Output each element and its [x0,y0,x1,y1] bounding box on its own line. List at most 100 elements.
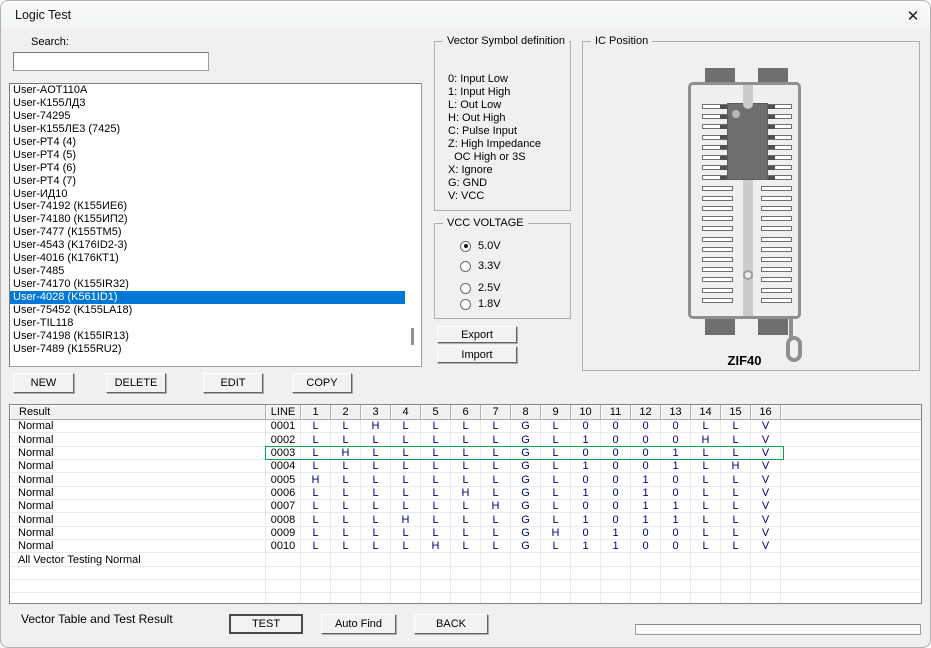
pin-contact [768,176,775,180]
auto-find-button[interactable]: Auto Find [321,614,396,634]
list-item[interactable]: User-РТ4 (5) [10,149,421,162]
cell-pin [301,580,331,593]
pin-slot [761,237,792,242]
radio-icon[interactable] [460,261,471,272]
cell-pin: L [361,447,391,460]
cell-pin [721,567,751,580]
list-item[interactable]: User-4016 (К176КТ1) [10,252,421,265]
list-item[interactable]: User-74192 (К155ИЕ6) [10,200,421,213]
cell-result: Normal [10,513,266,526]
table-row[interactable]: Normal0005HLLLLLLGL0010LLV [10,473,921,486]
cell-pin [571,580,601,593]
test-button[interactable]: TEST [229,614,303,634]
cell-pin: L [691,487,721,500]
list-item[interactable]: User-ИД10 [10,188,421,201]
cell-filler [781,420,921,433]
close-icon[interactable]: ✕ [898,4,928,27]
table-row[interactable]: Normal0002LLLLLLLGL1000HLV [10,433,921,446]
table-row[interactable]: Normal0007LLLLLLHGL0011LLV [10,500,921,513]
cell-filler [781,447,921,460]
list-item[interactable]: User-TIL118 [10,317,421,330]
edit-button[interactable]: EDIT [203,373,263,393]
cell-pin: L [691,500,721,513]
list-item[interactable]: User-7489 (К155RU2) [10,343,421,356]
vcc-option-1.8V[interactable]: 1.8V [460,298,501,310]
table-row[interactable] [10,567,921,580]
cell-pin [301,553,331,566]
list-item[interactable]: User-К155ЛЕ3 (7425) [10,123,421,136]
list-item[interactable]: User-7477 (К155TM5) [10,226,421,239]
cell-pin: L [691,513,721,526]
cell-pin [661,553,691,566]
cell-pin: L [391,473,421,486]
import-button[interactable]: Import [437,346,517,363]
table-row[interactable] [10,580,921,593]
device-listbox[interactable]: User-AOT110AUser-К155ЛД3User-74295User-К… [9,83,422,367]
cell-pin: 0 [601,487,631,500]
cell-filler [781,513,921,526]
socket-label: ZIF40 [688,353,801,368]
radio-icon[interactable] [460,299,471,310]
cell-pin: 0 [571,473,601,486]
cell-pin: 1 [571,513,601,526]
new-button[interactable]: NEW [13,373,74,393]
vcc-option-3.3V[interactable]: 3.3V [460,260,501,272]
table-row[interactable]: Normal0010LLLLHLLGL1100LLV [10,540,921,553]
list-item[interactable]: User-74170 (К155IR32) [10,278,421,291]
cell-pin: L [331,513,361,526]
radio-icon[interactable] [460,241,471,252]
list-item[interactable]: User-РТ4 (7) [10,175,421,188]
list-item[interactable]: User-4543 (K176ID2-3) [10,239,421,252]
back-button[interactable]: BACK [414,614,488,634]
list-item[interactable]: User-74198 (К155IR13) [10,330,421,343]
cell-pin: 1 [601,540,631,553]
cell-pin: V [751,447,781,460]
radio-icon[interactable] [460,283,471,294]
table-row[interactable]: Normal0008LLLHLLLGL1011LLV [10,513,921,526]
table-row[interactable]: Normal0003LHLLLLLGL0001LLV [10,447,921,460]
vector-symbol-definition-title: Vector Symbol definition [443,35,569,47]
list-item[interactable]: User-74180 (К155ИП2) [10,213,421,226]
table-row[interactable]: Normal0001LLHLLLLGL0000LLV [10,420,921,433]
vcc-option-5.0V[interactable]: 5.0V [460,240,501,252]
table-row[interactable]: Normal0006LLLLLHLGL1010LLV [10,487,921,500]
cell-pin: L [721,447,751,460]
list-item[interactable]: User-AOT110A [10,84,421,97]
list-item[interactable]: User-4028 (K561ID1) [10,291,405,304]
listbox-scrollbar-thumb[interactable] [411,328,414,345]
cell-pin: L [721,527,751,540]
cell-pin: L [721,513,751,526]
cell-pin: L [391,527,421,540]
cell-result: Normal [10,487,266,500]
list-item[interactable]: User-74295 [10,110,421,123]
cell-pin [511,567,541,580]
cell-pin: L [391,420,421,433]
vector-symbol-legend: 0: Input Low1: Input HighL: Out LowH: Ou… [448,73,541,203]
cell-line [266,553,301,566]
cell-pin: 0 [601,460,631,473]
cell-pin: L [541,513,571,526]
vcc-option-2.5V[interactable]: 2.5V [460,282,501,294]
table-row[interactable]: All Vector Testing Normal [10,553,921,566]
table-row[interactable]: Normal0004LLLLLLLGL1001LHV [10,460,921,473]
header-pin-4: 4 [391,405,421,420]
cell-pin [391,567,421,580]
export-button[interactable]: Export [437,326,517,343]
cell-pin: L [451,433,481,446]
cell-pin: 0 [601,473,631,486]
delete-button[interactable]: DELETE [106,373,166,393]
copy-button[interactable]: COPY [292,373,352,393]
list-item[interactable]: User-К155ЛД3 [10,97,421,110]
pin-slot [761,257,792,262]
table-row[interactable]: Normal0009LLLLLLLGH0100LLV [10,527,921,540]
list-item[interactable]: User-РТ4 (4) [10,136,421,149]
cell-pin: G [511,433,541,446]
header-pin-14: 14 [691,405,721,420]
list-item[interactable]: User-7485 [10,265,421,278]
cell-pin: L [541,420,571,433]
search-input[interactable] [13,52,209,71]
list-item[interactable]: User-75452 (K155LA18) [10,304,421,317]
cell-filler [781,473,921,486]
list-item[interactable]: User-РТ4 (6) [10,162,421,175]
table-row[interactable] [10,593,921,604]
